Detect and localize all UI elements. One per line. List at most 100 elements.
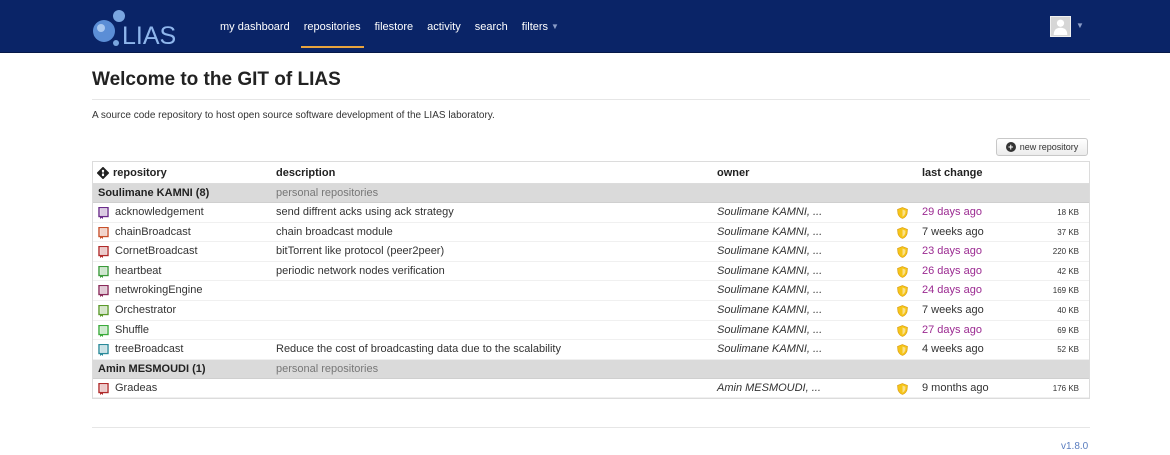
new-repository-label: new repository [1019, 142, 1079, 152]
table-row[interactable]: Gradeas Amin MESMOUDI, ... 9 months ago 176… [93, 378, 1089, 399]
header-owner[interactable]: owner [717, 162, 749, 184]
chevron-down-icon: ▼ [551, 22, 559, 31]
repository-description: periodic network nodes verification [276, 264, 445, 277]
nav-item-filters[interactable]: filters ▼ [515, 0, 566, 53]
user-silhouette-icon [1053, 19, 1068, 35]
version-label: v1.8.0 [1061, 441, 1089, 452]
repository-owner: Soulimane KAMNI, ... [717, 343, 823, 356]
group-name: Soulimane KAMNI (8) [98, 187, 210, 199]
repository-name[interactable]: heartbeat [115, 262, 161, 281]
plus-icon: + [1005, 142, 1016, 152]
repository-description: bitTorrent like protocol (peer2peer) [276, 245, 445, 258]
table-row[interactable]: CornetBroadcast bitTorrent like protocol … [93, 242, 1089, 262]
group-description: personal repositories [276, 362, 379, 375]
repository-size: 42 KB [1057, 266, 1079, 276]
table-row[interactable]: heartbeat periodic network nodes verifica… [93, 261, 1089, 282]
last-change: 7 weeks ago [922, 225, 984, 238]
repository-icon [98, 382, 109, 395]
shield-icon [897, 285, 908, 298]
repository-name[interactable]: CornetBroadcast [115, 242, 198, 261]
repository-description: chain broadcast module [276, 225, 393, 238]
table-row[interactable]: Orchestrator Soulimane KAMNI, ... 7 weeks … [93, 300, 1089, 321]
last-change: 4 weeks ago [922, 343, 984, 356]
new-repository-button[interactable]: + new repository [996, 138, 1088, 156]
repository-size: 220 KB [1052, 247, 1079, 257]
group-name: Amin MESMOUDI (1) [98, 362, 206, 375]
repository-size: 169 KB [1052, 286, 1079, 296]
repository-owner: Soulimane KAMNI, ... [717, 264, 823, 277]
nav-item-repositories[interactable]: repositories [297, 0, 368, 53]
nav-label: search [474, 20, 508, 33]
repository-name[interactable]: chainBroadcast [115, 223, 191, 242]
shield-icon [897, 382, 908, 395]
repository-name[interactable]: Gradeas [115, 379, 157, 398]
last-change: 27 days ago [922, 323, 982, 336]
table-row[interactable]: Shuffle Soulimane KAMNI, ... 27 days ago 69… [93, 320, 1089, 341]
nav-label: activity [427, 20, 461, 33]
repository-owner: Soulimane KAMNI, ... [717, 206, 823, 218]
page-subtitle: A source code repository to host open so… [92, 110, 495, 121]
repository-size: 69 KB [1057, 325, 1079, 335]
repository-icon [98, 285, 109, 298]
table-row[interactable]: netwrokingEngine Soulimane KAMNI, ... 24 d… [93, 281, 1089, 301]
table-row[interactable]: acknowledgement send diffrent acks using … [93, 203, 1089, 223]
repository-description: send diffrent acks using ack strategy [276, 206, 454, 218]
repository-owner: Soulimane KAMNI, ... [717, 323, 823, 336]
shield-icon [897, 305, 908, 317]
repository-name[interactable]: Orchestrator [115, 301, 176, 320]
nav-item-filestore[interactable]: filestore [368, 0, 421, 53]
repository-icon [98, 246, 109, 259]
repository-owner: Soulimane KAMNI, ... [717, 245, 823, 258]
repository-icon [98, 226, 109, 239]
repository-name[interactable]: acknowledgement [115, 203, 204, 222]
nav-item-my-dashboard[interactable]: my dashboard [213, 0, 297, 53]
header-repository[interactable]: repository [113, 162, 167, 184]
last-change: 24 days ago [922, 284, 982, 297]
shield-icon [897, 226, 908, 239]
shield-icon [897, 246, 908, 259]
repository-owner: Soulimane KAMNI, ... [717, 225, 823, 238]
nav-item-search[interactable]: search [468, 0, 515, 53]
nav-label: filters [521, 20, 549, 33]
repository-icon [98, 265, 109, 278]
repository-size: 18 KB [1057, 208, 1079, 217]
group-description: personal repositories [276, 187, 379, 199]
repository-name[interactable]: netwrokingEngine [115, 281, 202, 300]
page-title: Welcome to the GIT of LIAS [92, 69, 341, 90]
table-header: repository description owner last change [93, 162, 1089, 184]
header-description[interactable]: description [276, 162, 335, 184]
table-row[interactable]: treeBroadcast Reduce the cost of broadcas… [93, 340, 1089, 360]
header-last-change[interactable]: last change [922, 162, 983, 184]
table-row[interactable]: chainBroadcast chain broadcast module Soul… [93, 222, 1089, 243]
repository-owner: Soulimane KAMNI, ... [717, 303, 823, 316]
shield-icon [897, 207, 908, 219]
top-navbar: LIAS my dashboard repositories filestore… [0, 0, 1170, 53]
nav-label: filestore [374, 20, 414, 33]
last-change: 9 months ago [922, 381, 989, 394]
repository-size: 40 KB [1057, 305, 1079, 315]
group-row: Soulimane KAMNI (8) personal repositories [93, 184, 1089, 203]
nav-item-activity[interactable]: activity [420, 0, 468, 53]
nav-label: my dashboard [220, 20, 290, 33]
repository-size: 37 KB [1057, 227, 1079, 237]
repository-owner: Amin MESMOUDI, ... [717, 381, 821, 394]
group-row: Amin MESMOUDI (1) personal repositories [93, 359, 1089, 379]
repository-table: repository description owner last change… [92, 161, 1090, 400]
git-icon [97, 167, 109, 179]
lias-logo[interactable]: LIAS [92, 9, 200, 49]
repository-name[interactable]: treeBroadcast [115, 340, 183, 359]
last-change: 26 days ago [922, 264, 982, 277]
repository-icon [98, 324, 109, 337]
repository-icon [98, 304, 109, 317]
repository-icon [98, 207, 109, 219]
repository-owner: Soulimane KAMNI, ... [717, 284, 823, 297]
logo-text: LIAS [122, 22, 176, 49]
last-change: 23 days ago [922, 245, 982, 258]
repository-size: 176 KB [1052, 383, 1079, 393]
chevron-down-icon[interactable]: ▼ [1076, 21, 1084, 30]
repository-name[interactable]: Shuffle [115, 321, 149, 340]
shield-icon [897, 324, 908, 337]
nav-label: repositories [303, 20, 361, 33]
user-avatar[interactable] [1050, 16, 1071, 37]
divider [92, 99, 1090, 100]
